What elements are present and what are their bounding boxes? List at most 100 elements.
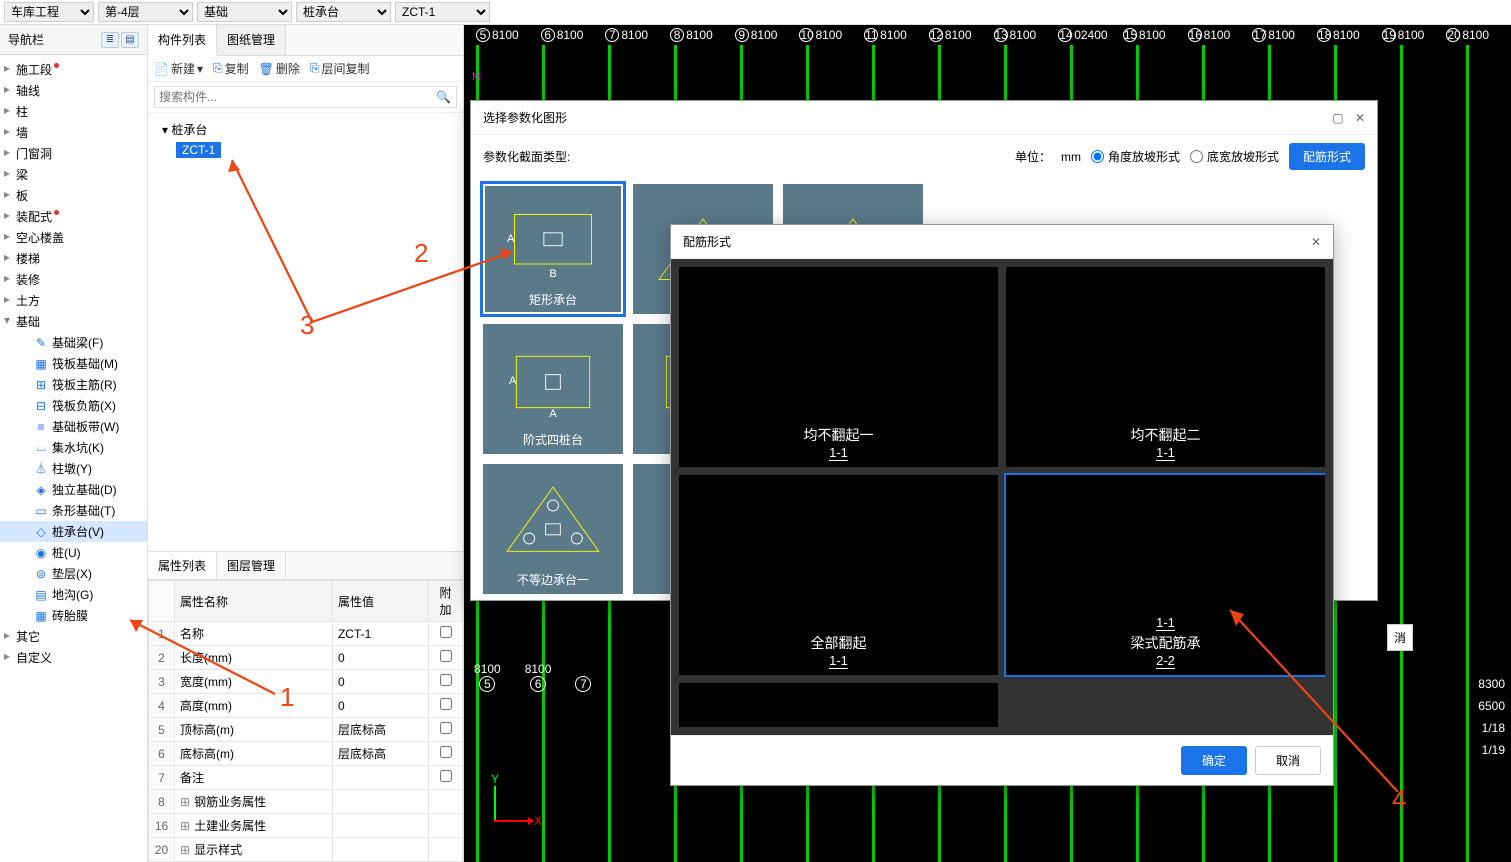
nav-subitem[interactable]: ▦砖胎膜 xyxy=(0,605,147,626)
type-icon: ✎ xyxy=(34,336,48,350)
nav-item[interactable]: ▸空心楼盖 xyxy=(0,227,147,248)
property-panel: 属性列表 图层管理 属性名称 属性值 附加 1名称ZCT-12长度(mm)03宽… xyxy=(148,551,463,862)
shape-card[interactable]: BA矩形承台 xyxy=(483,184,623,314)
nav-view-list-icon[interactable]: ≣ xyxy=(101,32,119,48)
search-input[interactable] xyxy=(154,86,457,108)
unit-value: mm xyxy=(1061,150,1081,164)
radio-width[interactable]: 底宽放坡形式 xyxy=(1190,148,1279,165)
ok-button[interactable]: 确定 xyxy=(1181,746,1247,775)
property-row[interactable]: 20显示样式 xyxy=(149,838,463,862)
nav-item[interactable]: ▸装配式 xyxy=(0,206,147,227)
nav-subitem[interactable]: ✎基础梁(F) xyxy=(0,332,147,353)
type-select[interactable]: 桩承台 xyxy=(296,2,391,22)
nav-subitem[interactable]: ◇桩承台(V) xyxy=(0,521,147,542)
type-icon: ⏃ xyxy=(34,460,48,477)
type-icon: ▤ xyxy=(34,588,48,602)
floorcopy-button[interactable]: ⎘层间复制 xyxy=(310,60,370,77)
property-row[interactable]: 8钢筋业务属性 xyxy=(149,790,463,814)
type-icon: ◈ xyxy=(34,483,48,497)
type-icon: ⊜ xyxy=(34,567,48,581)
nav-subitem[interactable]: ≡基础板带(W) xyxy=(0,416,147,437)
nav-item[interactable]: ▸土方 xyxy=(0,290,147,311)
tab-properties[interactable]: 属性列表 xyxy=(148,552,217,579)
nav-subitem[interactable]: ▤地沟(G) xyxy=(0,584,147,605)
tab-layers[interactable]: 图层管理 xyxy=(217,552,286,579)
marker-m: M xyxy=(472,71,481,83)
nav-subitem[interactable]: ⏃柱墩(Y) xyxy=(0,458,147,479)
nav-subitem[interactable]: ⊟筏板负筋(X) xyxy=(0,395,147,416)
modal2-title: 配筋形式 xyxy=(683,233,731,250)
type-icon: ⌴ xyxy=(34,440,48,455)
rebar-card[interactable]: 横向面筋纵向面筋横向底筋YDJ均不翻起二1-1 xyxy=(1006,267,1325,467)
type-icon: ⊟ xyxy=(34,399,48,413)
project-select[interactable]: 车库工程 xyxy=(4,2,94,22)
rebar-form-dialog: 配筋形式 ✕ 横向面筋纵向面筋横向底筋YDJ均不翻起一1-1横向面筋纵向面筋横向… xyxy=(670,224,1334,786)
component-leaf-zct1[interactable]: ZCT-1 xyxy=(176,142,221,158)
property-row[interactable]: 2长度(mm)0 xyxy=(149,646,463,670)
nav-tree: ▸施工段▸轴线▸柱▸墙▸门窗洞▸梁▸板▸装配式▸空心楼盖▸楼梯▸装修▸土方▾基础… xyxy=(0,55,147,862)
nav-subitem[interactable]: ⌴集水坑(K) xyxy=(0,437,147,458)
nav-subitem[interactable]: ⊞筏板主筋(R) xyxy=(0,374,147,395)
property-row[interactable]: 1名称ZCT-1 xyxy=(149,622,463,646)
property-row[interactable]: 16土建业务属性 xyxy=(149,814,463,838)
rebar-card[interactable]: 横向钢筋XGJ纵向钢筋YGJ xyxy=(679,683,998,727)
radio-angle[interactable]: 角度放坡形式 xyxy=(1091,148,1180,165)
type-icon: ▦ xyxy=(34,357,48,371)
ruler-top: 5810068100781008810098100108100118100128… xyxy=(464,25,1511,45)
ruler-bottom: 8100581006 7 xyxy=(474,662,591,692)
floor-select[interactable]: 第-4层 xyxy=(98,2,193,22)
component-select[interactable]: ZCT-1 xyxy=(395,2,490,22)
nav-subitem[interactable]: ◉桩(U) xyxy=(0,542,147,563)
shape-card[interactable]: 不等边承台一 xyxy=(483,464,623,594)
col-name: 属性名称 xyxy=(175,581,333,622)
modal1-max-icon[interactable]: ▢ xyxy=(1332,111,1343,125)
top-selector-bar: 车库工程 第-4层 基础 桩承台 ZCT-1 xyxy=(0,0,1511,25)
nav-title: 导航栏 xyxy=(8,31,44,48)
nav-item[interactable]: ▸轴线 xyxy=(0,80,147,101)
property-table: 属性名称 属性值 附加 1名称ZCT-12长度(mm)03宽度(mm)04高度(… xyxy=(148,580,463,862)
mid-toolbar: 📄新建 ▾ ⎘复制 🗑删除 ⎘层间复制 xyxy=(148,56,463,82)
property-row[interactable]: 6底标高(m)层底标高 xyxy=(149,742,463,766)
nav-subitem[interactable]: ⊜垫层(X) xyxy=(0,563,147,584)
category-select[interactable]: 基础 xyxy=(197,2,292,22)
modal2-close-icon[interactable]: ✕ xyxy=(1311,235,1321,249)
nav-item[interactable]: ▸梁 xyxy=(0,164,147,185)
property-row[interactable]: 4高度(mm)0 xyxy=(149,694,463,718)
nav-item[interactable]: ▸门窗洞 xyxy=(0,143,147,164)
modal1-close-icon[interactable]: ✕ xyxy=(1355,111,1365,125)
nav-item[interactable]: ▸其它 xyxy=(0,626,147,647)
copy-button[interactable]: ⎘复制 xyxy=(213,60,249,77)
nav-item[interactable]: ▸柱 xyxy=(0,101,147,122)
cancel-button[interactable]: 取消 xyxy=(1255,746,1321,775)
nav-item[interactable]: ▸施工段 xyxy=(0,59,147,80)
nav-item[interactable]: ▸楼梯 xyxy=(0,248,147,269)
rebar-card[interactable]: 上部筋XGJ1-1梁式配筋承2-2 xyxy=(1006,475,1325,675)
rebar-card[interactable]: 横向面筋纵向面筋横向底筋YDJ均不翻起一1-1 xyxy=(679,267,998,467)
nav-subitem[interactable]: ◈独立基础(D) xyxy=(0,479,147,500)
property-row[interactable]: 7备注 xyxy=(149,766,463,790)
property-row[interactable]: 5顶标高(m)层底标高 xyxy=(149,718,463,742)
nav-view-grid-icon[interactable]: ▤ xyxy=(121,32,139,48)
property-row[interactable]: 3宽度(mm)0 xyxy=(149,670,463,694)
new-button[interactable]: 📄新建 ▾ xyxy=(154,60,203,77)
nav-subitem[interactable]: ▭条形基础(T) xyxy=(0,500,147,521)
mid-panel: 构件列表 图纸管理 📄新建 ▾ ⎘复制 🗑删除 ⎘层间复制 🔍 ▾ 桩承台 ZC… xyxy=(148,25,464,862)
svg-text:B: B xyxy=(549,268,556,280)
nav-item[interactable]: ▸板 xyxy=(0,185,147,206)
nav-item[interactable]: ▸墙 xyxy=(0,122,147,143)
svg-text:A: A xyxy=(509,375,517,387)
nav-subitem[interactable]: ▦筏板基础(M) xyxy=(0,353,147,374)
rebar-form-button[interactable]: 配筋形式 xyxy=(1289,143,1365,170)
nav-item[interactable]: ▸装修 xyxy=(0,269,147,290)
search-icon: 🔍 xyxy=(436,90,451,104)
rebar-card[interactable]: 横向面筋XMJ横向底筋YDJ全部翻起1-1 xyxy=(679,475,998,675)
shape-card[interactable]: AA阶式四桩台 xyxy=(483,324,623,454)
modal1-title: 选择参数化图形 xyxy=(483,109,567,126)
nav-item[interactable]: ▸自定义 xyxy=(0,647,147,668)
nav-item[interactable]: ▾基础 xyxy=(0,311,147,332)
component-group[interactable]: ▾ 桩承台 xyxy=(148,119,463,140)
type-icon: ▭ xyxy=(34,504,48,518)
tab-drawing-mgmt[interactable]: 图纸管理 xyxy=(217,25,286,55)
delete-button[interactable]: 🗑删除 xyxy=(259,60,300,77)
tab-component-list[interactable]: 构件列表 xyxy=(148,25,217,56)
